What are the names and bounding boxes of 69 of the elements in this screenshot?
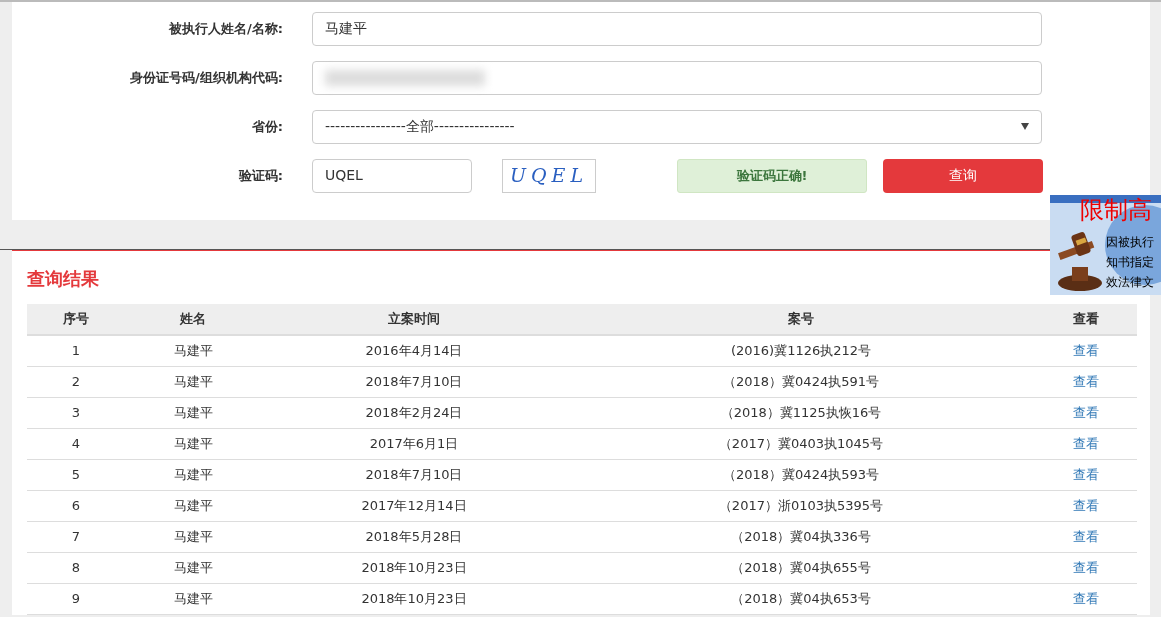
table-cell: 2017年12月14日 bbox=[261, 490, 567, 521]
field-label: 省份: bbox=[250, 117, 283, 136]
view-link[interactable]: 查看 bbox=[1073, 497, 1099, 513]
table-cell: 2018年10月23日 bbox=[261, 552, 567, 583]
table-cell: 2 bbox=[27, 366, 125, 397]
table-cell: （2018）冀1125执恢16号 bbox=[567, 397, 1035, 428]
ad-text: 知书指定 bbox=[1106, 254, 1154, 271]
table-cell: 2018年2月24日 bbox=[261, 397, 567, 428]
table-cell: 2017年6月1日 bbox=[261, 428, 567, 459]
table-cell: 马建平 bbox=[125, 335, 261, 366]
column-header: 姓名 bbox=[125, 304, 261, 335]
table-cell: (2016)冀1126执212号 bbox=[567, 335, 1035, 366]
field-label: 验证码: bbox=[237, 166, 283, 185]
view-link[interactable]: 查看 bbox=[1073, 343, 1099, 358]
table-cell: 2016年4月14日 bbox=[261, 335, 567, 366]
column-header: 查看 bbox=[1035, 304, 1137, 335]
table-cell: 马建平 bbox=[125, 552, 261, 583]
view-link[interactable]: 查看 bbox=[1073, 559, 1099, 575]
ad-text: 因被执行 bbox=[1106, 234, 1154, 251]
view-link[interactable]: 查看 bbox=[1073, 373, 1099, 389]
ad-banner[interactable]: 限制高 因被执行 知书指定 效法律文 bbox=[1050, 195, 1161, 295]
view-link[interactable]: 查看 bbox=[1073, 435, 1099, 451]
table-cell: 4 bbox=[27, 428, 125, 459]
column-header: 立案时间 bbox=[261, 304, 567, 335]
table-cell: 马建平 bbox=[125, 521, 261, 552]
table-cell: 2018年7月10日 bbox=[261, 366, 567, 397]
table-cell: 马建平 bbox=[125, 490, 261, 521]
table-cell: 5 bbox=[27, 459, 125, 490]
captcha-status: 验证码正确! bbox=[677, 158, 867, 193]
table-cell: 1 bbox=[27, 335, 125, 366]
table-cell: 马建平 bbox=[125, 428, 261, 459]
table-cell: 马建平 bbox=[125, 583, 261, 614]
search-button[interactable]: 查询 bbox=[883, 158, 1043, 193]
field-label: 被执行人姓名/名称: bbox=[167, 19, 283, 38]
table-cell: 2018年5月28日 bbox=[261, 521, 567, 552]
table-cell: 马建平 bbox=[125, 397, 261, 428]
ad-title: 限制高 bbox=[1080, 197, 1152, 224]
dropdown-arrow-icon bbox=[1021, 123, 1029, 130]
table-cell: （2017）冀0403执1045号 bbox=[567, 428, 1035, 459]
captcha-field[interactable]: UQEL bbox=[312, 158, 472, 193]
table-cell: （2018）冀0424执591号 bbox=[567, 366, 1035, 397]
table-cell: 3 bbox=[27, 397, 125, 428]
ad-text: 效法律文 bbox=[1106, 274, 1154, 291]
province-select[interactable]: ----------------全部---------------- bbox=[312, 109, 1042, 144]
view-link[interactable]: 查看 bbox=[1073, 466, 1099, 482]
table-cell: （2018）冀0424执593号 bbox=[567, 459, 1035, 490]
table-cell: （2018）冀04执336号 bbox=[567, 521, 1035, 552]
table-cell: 7 bbox=[27, 521, 125, 552]
field-label: 身份证号码/组织机构代码: bbox=[129, 68, 283, 87]
table-cell: 2018年10月23日 bbox=[261, 583, 567, 614]
table-cell: 2018年7月10日 bbox=[261, 459, 567, 490]
table-cell: 马建平 bbox=[125, 459, 261, 490]
table-cell: 6 bbox=[27, 490, 125, 521]
section-title: 查询结果 bbox=[27, 267, 99, 291]
select-value: ----------------全部---------------- bbox=[325, 117, 515, 136]
table-cell: （2018）冀04执655号 bbox=[567, 552, 1035, 583]
column-header: 序号 bbox=[27, 304, 125, 335]
captcha-image: UQEL bbox=[502, 158, 596, 193]
table-cell: （2017）浙0103执5395号 bbox=[567, 490, 1035, 521]
table-cell: 9 bbox=[27, 583, 125, 614]
table-cell: （2018）冀04执653号 bbox=[567, 583, 1035, 614]
name-field[interactable]: 马建平 bbox=[312, 11, 1042, 46]
table-cell: 马建平 bbox=[125, 366, 261, 397]
id-field[interactable] bbox=[312, 60, 1042, 95]
view-link[interactable]: 查看 bbox=[1073, 528, 1099, 544]
table-cell: 8 bbox=[27, 552, 125, 583]
view-link[interactable]: 查看 bbox=[1073, 404, 1099, 420]
view-link[interactable]: 查看 bbox=[1073, 590, 1099, 606]
column-header: 案号 bbox=[567, 304, 1035, 335]
